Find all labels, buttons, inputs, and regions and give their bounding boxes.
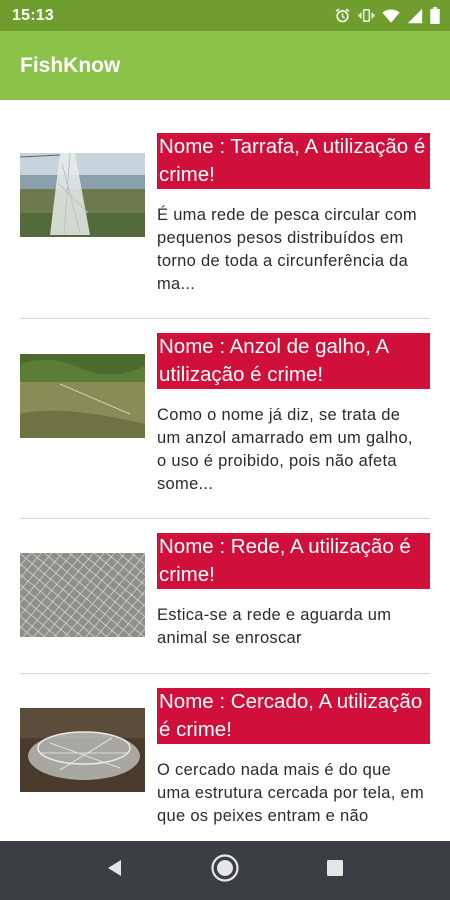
item-list[interactable]: Nome : Tarrafa, A utilização é crime! É … [0,100,450,841]
list-item[interactable]: Nome : Tarrafa, A utilização é crime! É … [0,100,450,320]
item-description: Como o nome já diz, se trata de um anzol… [157,406,413,493]
list-item[interactable]: Nome : Rede, A utilização é crime! Estic… [0,519,450,674]
navigation-bar [0,841,450,900]
list-item[interactable]: Nome : Anzol de galho, A utilização é cr… [0,319,450,519]
item-description: Estica-se a rede e aguarda um animal se … [157,606,392,647]
item-description: O cercado nada mais é do que uma estrutu… [157,761,424,825]
anzol-photo [20,354,145,438]
list-item[interactable]: Nome : Cercado, A utilização é crime! O … [0,674,450,841]
recents-icon [326,859,344,882]
wifi-icon [382,8,400,24]
status-icons [334,7,440,24]
back-icon [105,858,125,883]
rede-photo [20,553,145,637]
app-title: FishKnow [20,53,121,77]
status-bar: 15:13 [0,0,450,31]
battery-icon [430,7,440,24]
item-title: Nome : Rede, A utilização é crime! [157,533,430,589]
item-description: É uma rede de pesca circular com pequeno… [157,206,417,293]
item-title: Nome : Tarrafa, A utilização é crime! [157,133,430,189]
signal-icon [407,8,423,24]
home-icon [210,853,240,888]
alarm-icon [334,7,351,24]
app-bar: FishKnow [0,31,450,100]
back-button[interactable] [93,849,137,893]
item-title: Nome : Cercado, A utilização é crime! [157,688,430,744]
cercado-photo [20,708,145,792]
home-button[interactable] [203,849,247,893]
status-time: 15:13 [12,6,54,24]
recents-button[interactable] [313,849,357,893]
vibrate-icon [358,7,375,24]
tarrafa-photo [20,153,145,237]
item-title: Nome : Anzol de galho, A utilização é cr… [157,333,430,389]
